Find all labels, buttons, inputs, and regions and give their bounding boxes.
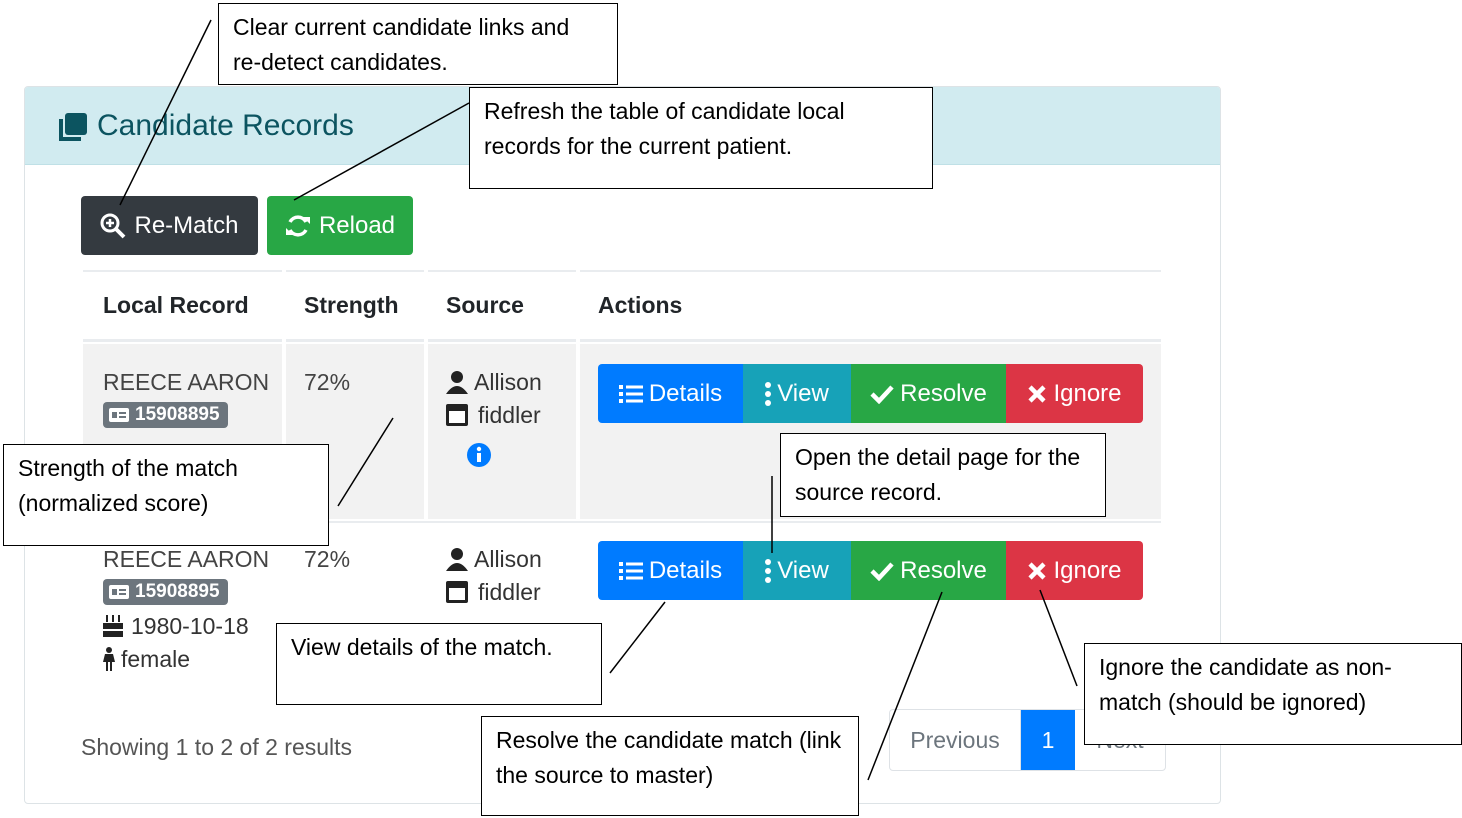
callout-ignore: Ignore the candidate as non-match (shoul…: [1084, 643, 1462, 745]
callout-reload: Refresh the table of candidate local rec…: [469, 87, 933, 189]
callout-details: View details of the match.: [276, 623, 602, 705]
callout-rematch: Clear current candidate links and re-det…: [218, 3, 618, 85]
callout-view: Open the detail page for the source reco…: [780, 433, 1106, 517]
callout-strength: Strength of the match (normalized score): [3, 444, 329, 546]
callout-resolve: Resolve the candidate match (link the so…: [481, 716, 859, 816]
